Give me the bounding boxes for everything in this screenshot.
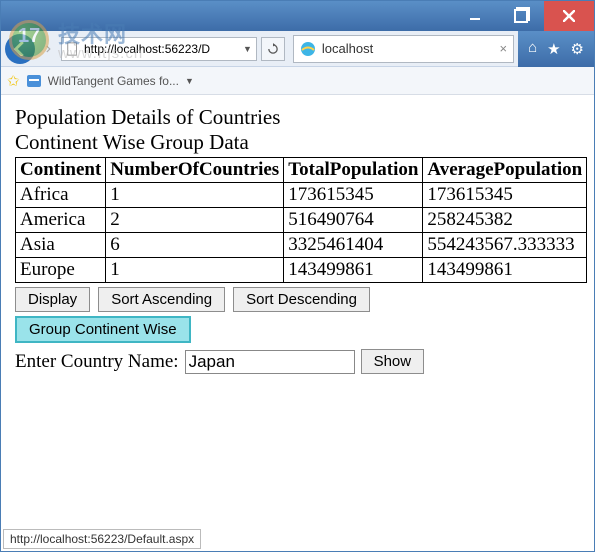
cell: America bbox=[16, 208, 106, 233]
col-average-population: AveragePopulation bbox=[423, 158, 587, 183]
country-input-label: Enter Country Name: bbox=[15, 351, 179, 373]
col-continent: Continent bbox=[16, 158, 106, 183]
button-row-2: Group Continent Wise bbox=[15, 316, 580, 343]
table-header-row: Continent NumberOfCountries TotalPopulat… bbox=[16, 158, 587, 183]
display-button[interactable]: Display bbox=[15, 287, 90, 312]
cell: 173615345 bbox=[423, 183, 587, 208]
col-total-population: TotalPopulation bbox=[284, 158, 423, 183]
favorites-bar: ✩ WildTangent Games fo... ▼ bbox=[1, 67, 594, 95]
address-bar[interactable]: ▼ bbox=[61, 37, 257, 61]
show-button[interactable]: Show bbox=[361, 349, 425, 374]
cell: 554243567.333333 bbox=[423, 233, 587, 258]
group-continent-wise-button[interactable]: Group Continent Wise bbox=[15, 316, 191, 343]
home-icon[interactable]: ⌂ bbox=[528, 40, 537, 59]
refresh-icon bbox=[268, 43, 278, 55]
add-favorite-icon[interactable]: ✩ bbox=[7, 72, 20, 90]
cell: Europe bbox=[16, 258, 106, 283]
cell: Africa bbox=[16, 183, 106, 208]
button-row-1: Display Sort Ascending Sort Descending bbox=[15, 287, 580, 312]
table-row: Asia 6 3325461404 554243567.333333 bbox=[16, 233, 587, 258]
window-maximize-button[interactable] bbox=[498, 1, 544, 31]
browser-tab[interactable]: localhost × bbox=[293, 35, 514, 63]
status-bar: http://localhost:56223/Default.aspx bbox=[3, 529, 201, 549]
heading-1: Population Details of Countries bbox=[15, 105, 580, 130]
country-name-input[interactable] bbox=[185, 350, 355, 374]
tools-icon[interactable]: ⚙ bbox=[571, 40, 584, 59]
url-input[interactable] bbox=[82, 41, 241, 57]
sort-descending-button[interactable]: Sort Descending bbox=[233, 287, 370, 312]
arrow-right-icon bbox=[45, 44, 51, 54]
navbar: ▼ localhost × bbox=[1, 31, 518, 67]
page-icon bbox=[66, 42, 80, 56]
tab-title: localhost bbox=[322, 41, 494, 56]
bookmark-dropdown-icon[interactable]: ▼ bbox=[185, 76, 194, 86]
window-minimize-button[interactable] bbox=[452, 1, 498, 31]
ie-icon bbox=[300, 41, 316, 57]
window-titlebar bbox=[1, 1, 594, 31]
arrow-left-icon bbox=[13, 42, 27, 56]
cell: 516490764 bbox=[284, 208, 423, 233]
forward-button[interactable] bbox=[39, 37, 57, 61]
refresh-button[interactable] bbox=[261, 37, 285, 61]
cell: 143499861 bbox=[284, 258, 423, 283]
table-row: Europe 1 143499861 143499861 bbox=[16, 258, 587, 283]
cell: 1 bbox=[106, 183, 284, 208]
nav-right-toolbar: ⌂ ★ ⚙ bbox=[518, 31, 594, 67]
col-number-countries: NumberOfCountries bbox=[106, 158, 284, 183]
navbar-row: ▼ localhost × ⌂ ★ ⚙ bbox=[1, 31, 594, 67]
cell: 1 bbox=[106, 258, 284, 283]
browser-window: ▼ localhost × ⌂ ★ ⚙ ✩ WildTangent Games … bbox=[0, 0, 595, 552]
tab-close-button[interactable]: × bbox=[499, 41, 507, 56]
cell: 143499861 bbox=[423, 258, 587, 283]
cell: 6 bbox=[106, 233, 284, 258]
cell: Asia bbox=[16, 233, 106, 258]
window-close-button[interactable] bbox=[544, 1, 594, 31]
page-content: Population Details of Countries Continen… bbox=[1, 95, 594, 551]
country-input-row: Enter Country Name: Show bbox=[15, 349, 580, 374]
cell: 173615345 bbox=[284, 183, 423, 208]
table-row: Africa 1 173615345 173615345 bbox=[16, 183, 587, 208]
dropdown-icon[interactable]: ▼ bbox=[243, 44, 252, 54]
cell: 2 bbox=[106, 208, 284, 233]
bookmark-link[interactable]: WildTangent Games fo... bbox=[48, 74, 179, 88]
cell: 3325461404 bbox=[284, 233, 423, 258]
data-table: Continent NumberOfCountries TotalPopulat… bbox=[15, 157, 587, 283]
heading-2: Continent Wise Group Data bbox=[15, 130, 580, 155]
sort-ascending-button[interactable]: Sort Ascending bbox=[98, 287, 225, 312]
cell: 258245382 bbox=[423, 208, 587, 233]
close-icon bbox=[563, 10, 575, 22]
back-button[interactable] bbox=[5, 34, 35, 64]
favorites-icon[interactable]: ★ bbox=[547, 40, 560, 59]
bookmark-site-icon bbox=[26, 73, 42, 89]
table-row: America 2 516490764 258245382 bbox=[16, 208, 587, 233]
